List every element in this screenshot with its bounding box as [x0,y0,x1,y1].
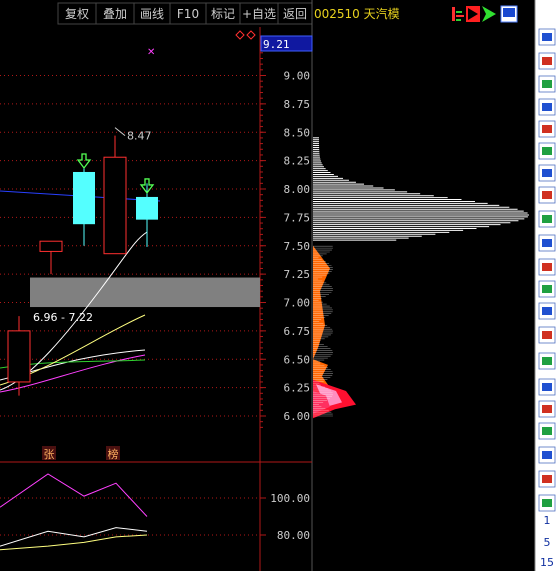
rsi-icon[interactable] [538,378,556,396]
monitor-icon[interactable] [500,5,518,23]
side-icon-glyph [542,331,552,339]
side-number-label[interactable]: 15 [540,556,554,569]
y-tick-label: 8.00 [284,183,311,196]
fio-icon[interactable] [538,210,556,228]
side-number-label[interactable]: 5 [544,536,551,549]
toolbar-button-label: +自选 [242,7,276,21]
y-tick-label: 6.00 [284,410,311,423]
side-icon-glyph [542,499,552,507]
gap-zone-label: 6.96 - 7.22 [33,311,93,324]
y-tick-label: 7.00 [284,297,311,310]
side-icon-glyph [542,33,552,41]
toolbar-button-label: 返回 [283,7,307,21]
toolbar-button-4[interactable]: 标记 [205,2,241,25]
window-icon[interactable] [538,494,556,512]
candle-body [7,330,31,383]
y-tick-label: 6.75 [284,325,311,338]
toolbar-button-1[interactable]: 叠加 [95,2,135,25]
7d-icon[interactable] [538,302,556,320]
close-icon[interactable] [538,28,556,46]
y-tick-label: 7.25 [284,268,311,281]
side-toolbar: 1515 [534,0,559,571]
circle-icon[interactable] [538,326,556,344]
move-icon[interactable] [538,422,556,440]
side-icon-glyph [542,475,552,483]
high-label: 8.47 [127,130,152,143]
candlestick-icon[interactable] [538,164,556,182]
stock-title: 002510 天汽模 [314,6,400,21]
side-icon-glyph [542,80,552,88]
candle-body [39,240,63,252]
candle-body [103,156,127,255]
side-icon-glyph [542,263,552,271]
side-icon-glyph [542,427,552,435]
side-icon-glyph [542,405,552,413]
arrow-up-icon[interactable] [538,52,556,70]
side-icon-glyph [542,169,552,177]
y-tick-label: 6.50 [284,353,311,366]
y-tick-label: 9.00 [284,70,311,83]
bottom-marker-0: 张 [42,446,56,461]
toolbar-button-label: F10 [177,7,199,21]
wave-icon[interactable] [538,352,556,370]
stock-chart-screen: 复权 叠加 画线 F10 标记 +自选 返回 002510 天汽模 9.008.… [0,0,559,571]
side-icon-glyph [542,239,552,247]
bottom-marker-label: 榜 [108,447,119,461]
y-tick-label: 8.50 [284,126,311,139]
list-icon[interactable] [538,98,556,116]
pencil-icon[interactable] [538,446,556,464]
side-icon-glyph [542,125,552,133]
line-chart-icon[interactable] [538,142,556,160]
document-icon[interactable] [538,186,556,204]
toolbar-button-5[interactable]: +自选 [239,2,279,25]
arrow-down-icon[interactable] [538,75,556,93]
side-icon-glyph [542,57,552,65]
candle-body [73,171,95,225]
current-price-label: 9.21 [263,38,290,51]
side-icon-glyph [542,357,552,365]
side-icon-glyph [542,451,552,459]
flag-icon[interactable] [466,6,480,22]
toolbar-button-label: 画线 [140,7,164,21]
side-icon-glyph [542,147,552,155]
side-number-label[interactable]: 1 [544,514,551,527]
y-tick-label: 7.50 [284,240,311,253]
side-icon-glyph [542,383,552,391]
y-tick-label: 7.75 [284,211,311,224]
f5-icon[interactable] [538,470,556,488]
y-tick-label: 8.75 [284,98,311,111]
toolbar-button-label: 复权 [65,7,89,21]
bottom-marker-label: 张 [44,448,55,461]
side-icon-glyph [542,307,552,315]
y-tick-label: 6.25 [284,382,311,395]
grid-icon[interactable] [538,120,556,138]
y-tick-label: 8.25 [284,155,311,168]
fiz-icon[interactable] [538,280,556,298]
cross-marker-icon: ✕ [147,47,155,58]
gap-zone [30,277,260,308]
side-icon-glyph [542,215,552,223]
bottom-y-tick-label: 100.00 [270,492,310,505]
f10-icon[interactable] [538,234,556,252]
toolbar-button-0[interactable]: 复权 [57,2,97,25]
candle-body [136,196,158,220]
side-icon-glyph [542,103,552,111]
bottom-y-tick-label: 80.00 [277,529,310,542]
toolbar-button-6[interactable]: 返回 [277,2,313,25]
side-icon-glyph [542,191,552,199]
bottom-marker-1: 榜 [106,446,120,461]
toolbar-button-label: 叠加 [103,7,127,21]
toolbar-button-label: 标记 [211,7,235,21]
toolbar-button-2[interactable]: 画线 [133,2,171,25]
side-icon-glyph [542,285,552,293]
s-icon[interactable] [538,400,556,418]
toolbar-button-3[interactable]: F10 [169,2,207,25]
news-icon[interactable] [538,258,556,276]
